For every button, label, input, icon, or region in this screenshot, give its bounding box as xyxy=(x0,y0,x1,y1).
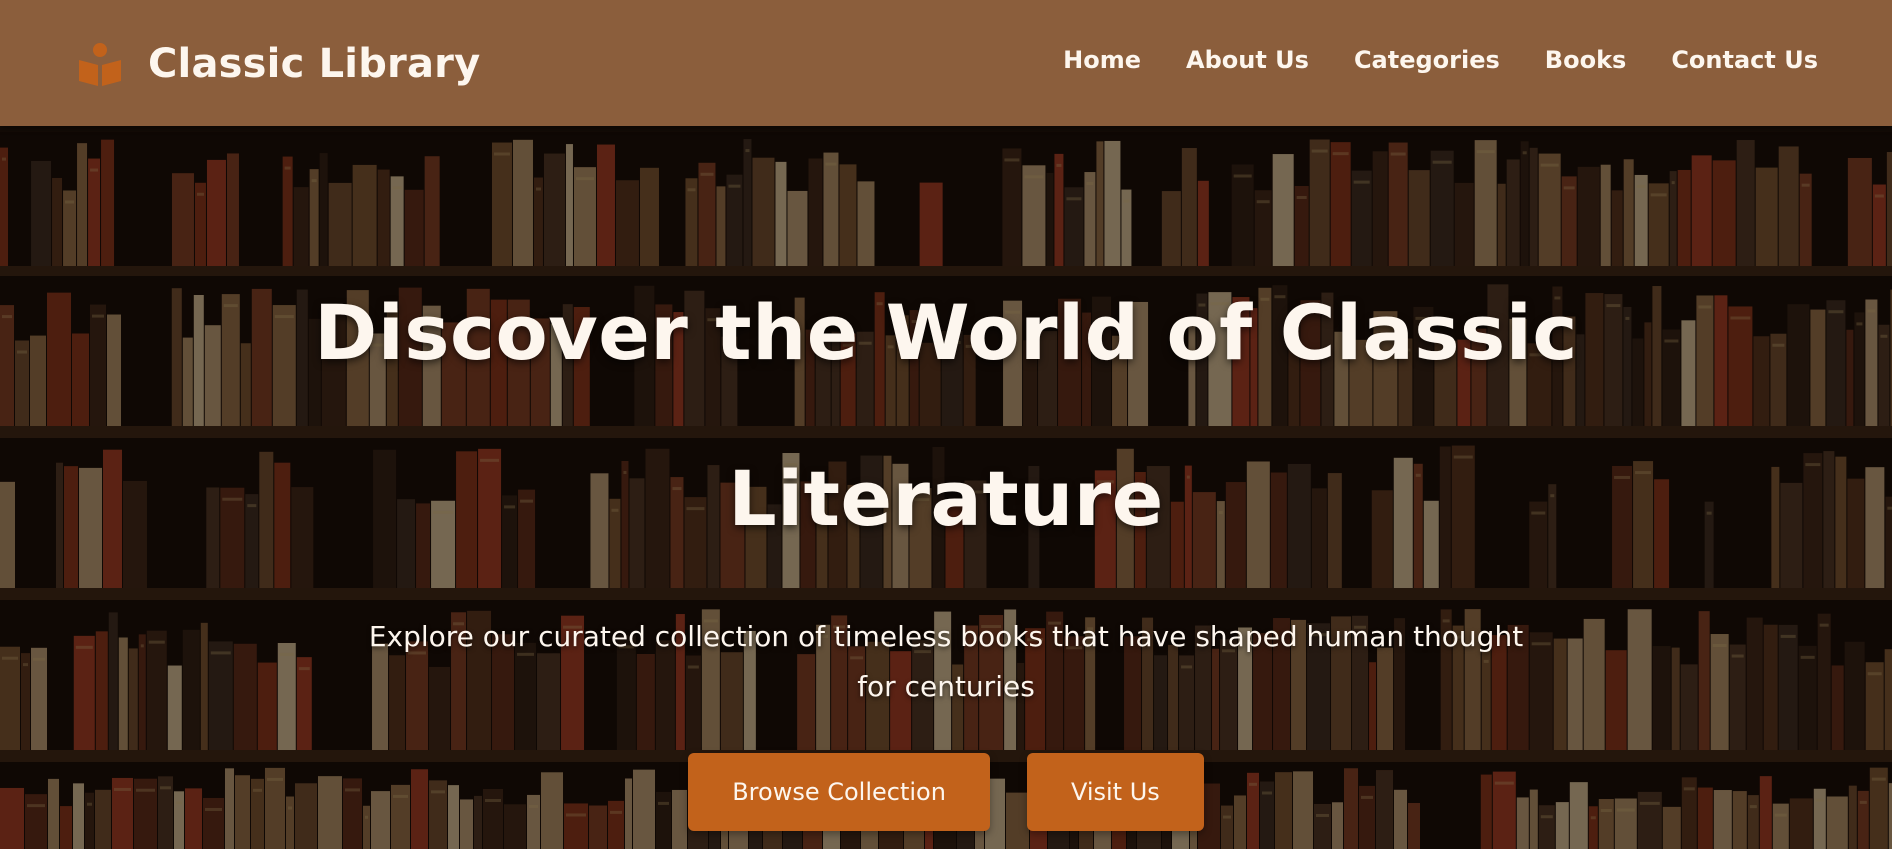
site-header: Classic Library Home About Us Categories… xyxy=(0,0,1892,126)
brand-name: Classic Library xyxy=(148,41,481,87)
nav-books[interactable]: Books xyxy=(1545,46,1627,74)
nav-about-us[interactable]: About Us xyxy=(1186,46,1309,74)
hero-section: Discover the World of Classic Literature… xyxy=(0,126,1892,849)
hero-content: Discover the World of Classic Literature… xyxy=(0,250,1892,831)
hero-title: Discover the World of Classic Literature xyxy=(314,288,1578,543)
visit-us-button[interactable]: Visit Us xyxy=(1026,753,1204,831)
hero-subtitle: Explore our curated collection of timele… xyxy=(368,620,1524,703)
nav-contact-us[interactable]: Contact Us xyxy=(1671,46,1818,74)
nav-categories[interactable]: Categories xyxy=(1354,46,1500,74)
brand-logo[interactable]: Classic Library xyxy=(76,38,480,90)
open-book-reader-icon xyxy=(79,43,121,86)
nav-home[interactable]: Home xyxy=(1063,46,1141,74)
main-nav: Home About Us Categories Books Contact U… xyxy=(1063,46,1818,74)
hero-buttons: Browse Collection Visit Us xyxy=(0,753,1892,831)
browse-collection-button[interactable]: Browse Collection xyxy=(688,753,990,831)
